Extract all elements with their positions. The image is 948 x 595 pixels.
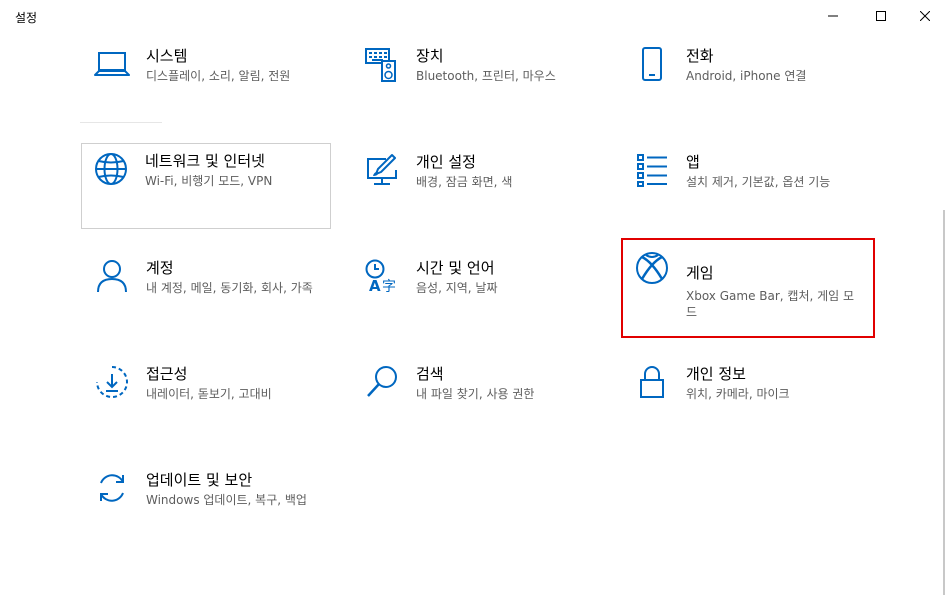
- tile-description: Wi-Fi, 비행기 모드, VPN: [145, 174, 273, 188]
- tile-accessibility[interactable]: 접근성 내레이터, 돋보기, 고대비: [82, 356, 332, 442]
- tile-name: 검색: [416, 365, 444, 383]
- settings-home: 시스템 디스플레이, 소리, 알림, 전원 장치 Bluetooth, 프린터,…: [0, 32, 948, 595]
- phone-icon: [642, 47, 662, 81]
- tile-gaming[interactable]: 게임 Xbox Game Bar, 캡처, 게임 모드: [621, 238, 875, 338]
- close-icon: [920, 11, 930, 21]
- lock-icon: [640, 366, 664, 398]
- laptop-icon: [94, 52, 130, 76]
- search-icon: [367, 366, 397, 397]
- xbox-icon: [636, 252, 668, 284]
- minimize-button[interactable]: [810, 0, 856, 32]
- tile-name: 시스템: [146, 47, 188, 65]
- accessibility-icon: [96, 366, 128, 398]
- tile-name: 개인 설정: [416, 153, 476, 171]
- tile-search[interactable]: 검색 내 파일 찾기, 사용 권한: [352, 356, 602, 442]
- tile-time-language[interactable]: A 字 시간 및 언어 음성, 지역, 날짜: [352, 250, 602, 336]
- tile-description: 디스플레이, 소리, 알림, 전원: [146, 69, 291, 83]
- tile-description: 배경, 잠금 화면, 색: [416, 175, 513, 189]
- svg-text:字: 字: [382, 279, 396, 294]
- tile-description: Windows 업데이트, 복구, 백업: [146, 493, 307, 507]
- tile-name: 네트워크 및 인터넷: [145, 152, 265, 170]
- tile-name: 전화: [686, 47, 714, 65]
- tile-description: Android, iPhone 연결: [686, 69, 807, 83]
- maximize-icon: [876, 11, 886, 21]
- tile-description: 내레이터, 돋보기, 고대비: [146, 387, 272, 401]
- tile-description: 내 계정, 메일, 동기화, 회사, 가족: [146, 281, 313, 295]
- scrollbar[interactable]: [943, 210, 945, 595]
- minimize-icon: [828, 15, 838, 17]
- tile-name: 업데이트 및 보안: [146, 471, 253, 489]
- tile-name: 앱: [686, 153, 700, 171]
- svg-text:A: A: [369, 277, 381, 294]
- tile-name: 접근성: [146, 365, 188, 383]
- tile-devices[interactable]: 장치 Bluetooth, 프린터, 마우스: [352, 38, 602, 124]
- person-icon: [97, 260, 127, 293]
- window-title: 설정: [15, 11, 38, 25]
- tile-phone[interactable]: 전화 Android, iPhone 연결: [622, 38, 872, 124]
- tile-network[interactable]: 네트워크 및 인터넷 Wi-Fi, 비행기 모드, VPN: [81, 143, 331, 229]
- tile-name: 개인 정보: [686, 365, 746, 383]
- tile-description: 음성, 지역, 날짜: [416, 281, 498, 295]
- tile-system[interactable]: 시스템 디스플레이, 소리, 알림, 전원: [82, 38, 332, 124]
- tile-name: 장치: [416, 47, 444, 65]
- time-language-icon: A 字: [365, 259, 396, 294]
- tile-name: 게임: [686, 264, 714, 282]
- tile-description: 내 파일 찾기, 사용 권한: [416, 387, 535, 401]
- maximize-button[interactable]: [858, 0, 904, 32]
- title-bar: 설정: [0, 0, 948, 32]
- tile-description: 설치 제거, 기본값, 옵션 기능: [686, 175, 831, 189]
- update-icon: [100, 474, 124, 502]
- close-button[interactable]: [902, 0, 948, 32]
- tile-description: Xbox Game Bar, 캡처, 게임 모드: [686, 289, 855, 319]
- personalization-icon: [367, 154, 397, 185]
- globe-icon: [95, 153, 127, 185]
- keyboard-speaker-icon: [365, 48, 396, 82]
- tile-personalization[interactable]: 개인 설정 배경, 잠금 화면, 색: [352, 144, 602, 230]
- tile-update-security[interactable]: 업데이트 및 보안 Windows 업데이트, 복구, 백업: [82, 462, 332, 548]
- tile-accounts[interactable]: 계정 내 계정, 메일, 동기화, 회사, 가족: [82, 250, 332, 336]
- tile-privacy[interactable]: 개인 정보 위치, 카메라, 마이크: [622, 356, 872, 442]
- tile-name: 시간 및 언어: [416, 259, 495, 277]
- apps-list-icon: [637, 154, 667, 187]
- tile-name: 계정: [146, 259, 174, 277]
- tile-description: 위치, 카메라, 마이크: [686, 387, 790, 401]
- tile-description: Bluetooth, 프린터, 마우스: [416, 69, 556, 83]
- tile-apps[interactable]: 앱 설치 제거, 기본값, 옵션 기능: [622, 144, 872, 230]
